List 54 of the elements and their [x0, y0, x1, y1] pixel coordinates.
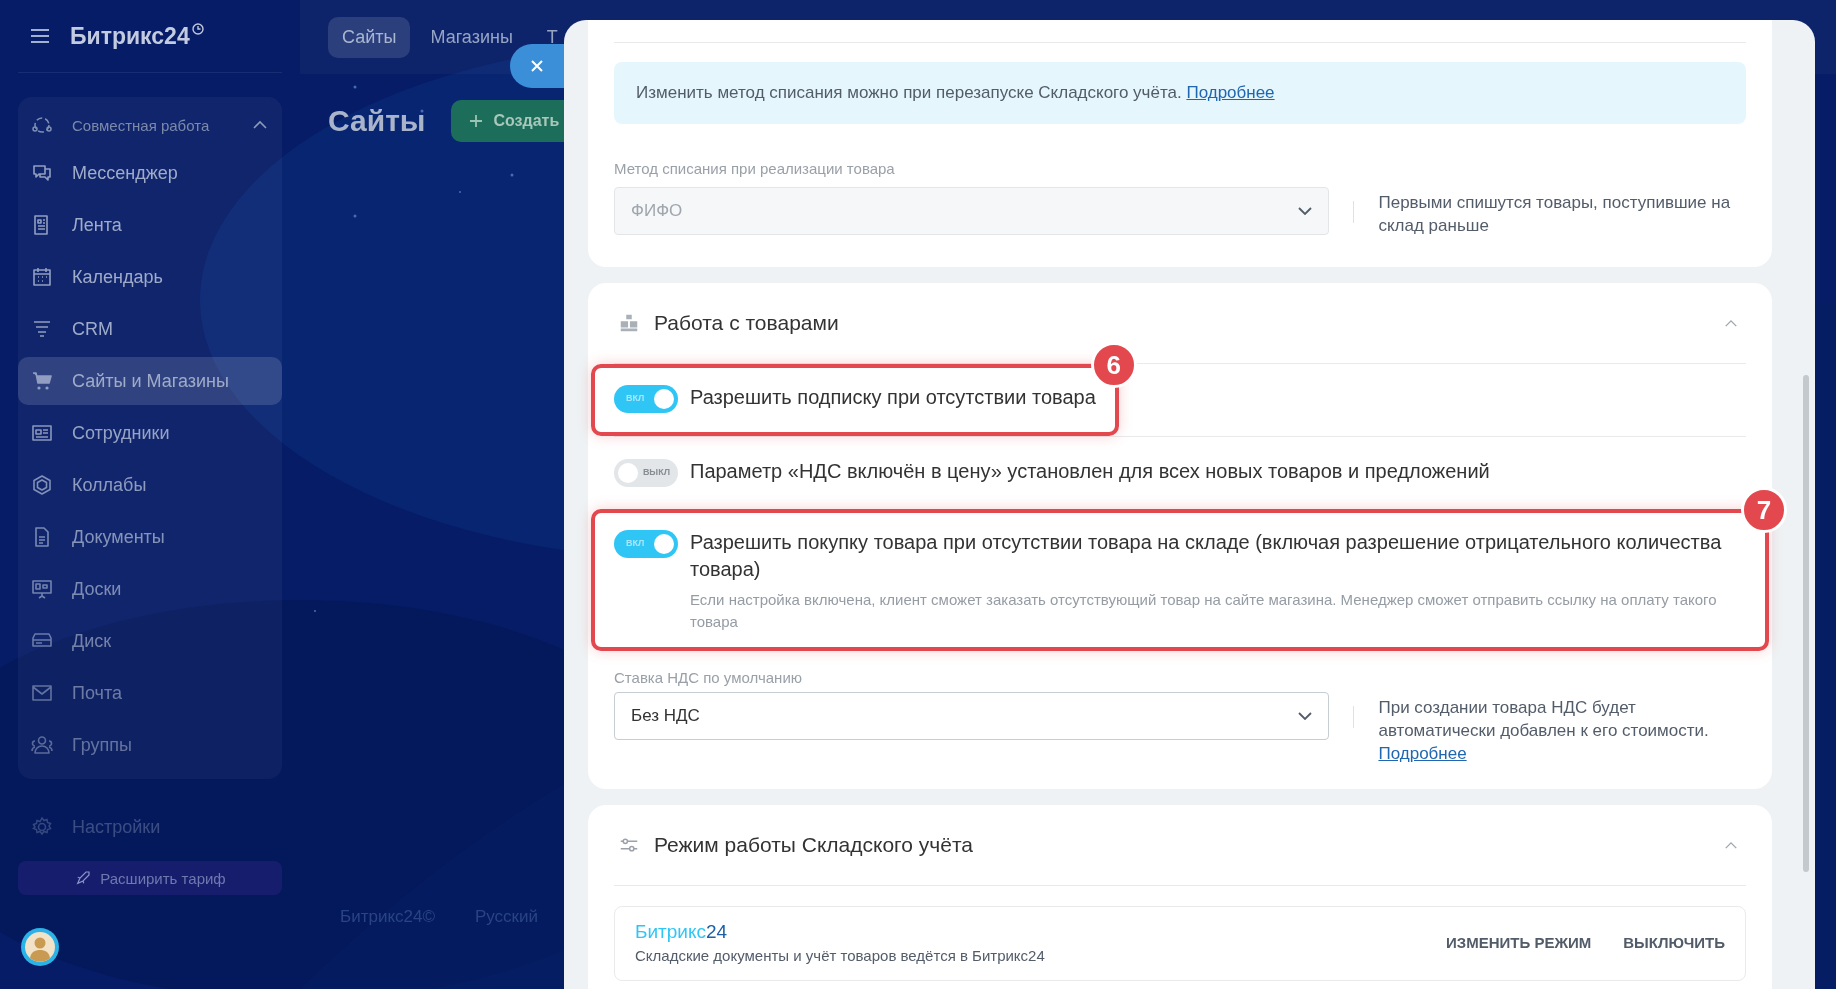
group-label: Совместная работа: [72, 116, 211, 134]
logo-text[interactable]: Битрикс24: [70, 22, 190, 50]
tab[interactable]: Магазины: [416, 16, 527, 58]
toggle-label: Разрешить подписку при отсутствии товара: [690, 385, 1096, 410]
sidebar-item[interactable]: Сотрудники: [18, 409, 282, 457]
mode-name: Битрикс24: [635, 921, 729, 943]
boxes-icon: [618, 312, 640, 334]
upgrade-button[interactable]: Расширить тариф: [18, 861, 282, 895]
field-hint: При создании товара НДС будет автоматически добавлен к его стоимости. Подробнее: [1378, 697, 1710, 765]
mode-button[interactable]: ВЫКЛЮЧИТЬ: [1623, 928, 1725, 957]
sidebar-item[interactable]: Коллабы: [18, 461, 282, 509]
sidebar-item[interactable]: Почта: [18, 669, 282, 717]
hexagon-icon: [30, 473, 54, 497]
sidebar-item[interactable]: Сайты и Магазины: [18, 357, 282, 405]
field-label: Ставка НДС по умолчанию: [614, 669, 804, 686]
clock-icon: [191, 23, 204, 35]
field-hint: Первыми спишутся товары, поступившие на склад раньше: [1378, 192, 1732, 237]
section-title: Режим работы Складского учёта: [654, 833, 974, 857]
tab[interactable]: Сайты: [328, 16, 411, 58]
more-link[interactable]: Подробнее: [1186, 83, 1275, 102]
chevron-up-icon[interactable]: [252, 120, 268, 130]
sidebar-item[interactable]: CRM: [18, 305, 282, 353]
sidebar-item[interactable]: Доски: [18, 565, 282, 613]
avatar[interactable]: [20, 927, 60, 967]
mode-button[interactable]: ИЗМЕНИТЬ РЕЖИМ: [1446, 928, 1592, 957]
step-badge: 6: [1090, 342, 1137, 388]
sidebar-item[interactable]: Диск: [18, 617, 282, 665]
chevron-down-icon: [1298, 712, 1313, 720]
scrollbar[interactable]: [1803, 375, 1809, 872]
page-title: Сайты: [328, 104, 426, 138]
field-label: Метод списания при реализации товара: [614, 160, 896, 177]
plus-icon: [469, 114, 484, 128]
sidebar-item[interactable]: Мессенджер: [18, 149, 282, 197]
calendar-icon: [30, 265, 54, 289]
chevron-down-icon: [1298, 207, 1313, 215]
sidebar-item[interactable]: Календарь: [18, 253, 282, 301]
step-badge: 7: [1741, 487, 1787, 533]
sidebar-item[interactable]: Документы: [18, 513, 282, 561]
toggle-label: Разрешить покупку товара при отсутствии товара на складе (включая разрешение отрицательного количества товара): [690, 530, 1723, 582]
dropdown-field[interactable]: Без НДС: [614, 692, 1330, 740]
mode-description: Складские документы и учёт товаров ведётся в Битрикс24: [635, 947, 1046, 964]
presentation-board-icon: [30, 577, 54, 601]
toggle-description: Если настройка включена, клиент сможет заказать отсутствующий товар на сайте магазина. Менеджер сможет отправить ссылку на оплату такого товара: [690, 590, 1718, 632]
toggle-switch[interactable]: ВЫКЛ: [614, 459, 678, 487]
section-title: Работа с товарами: [654, 311, 840, 335]
close-icon: [530, 59, 544, 73]
sidebar-item[interactable]: Лента: [18, 201, 282, 249]
more-link[interactable]: Подробнее: [1378, 744, 1467, 763]
toggle-label: Параметр «НДС включён в цену» установлен для всех новых товаров и предложений: [690, 459, 1490, 484]
close-button[interactable]: [510, 44, 564, 88]
info-notice: Изменить метод списания можно при перезапуске Складского учёта. Подробнее: [614, 62, 1746, 124]
sidebar-item[interactable]: Группы: [18, 721, 282, 769]
menu-icon[interactable]: [30, 28, 50, 44]
people-icon: [30, 733, 54, 757]
